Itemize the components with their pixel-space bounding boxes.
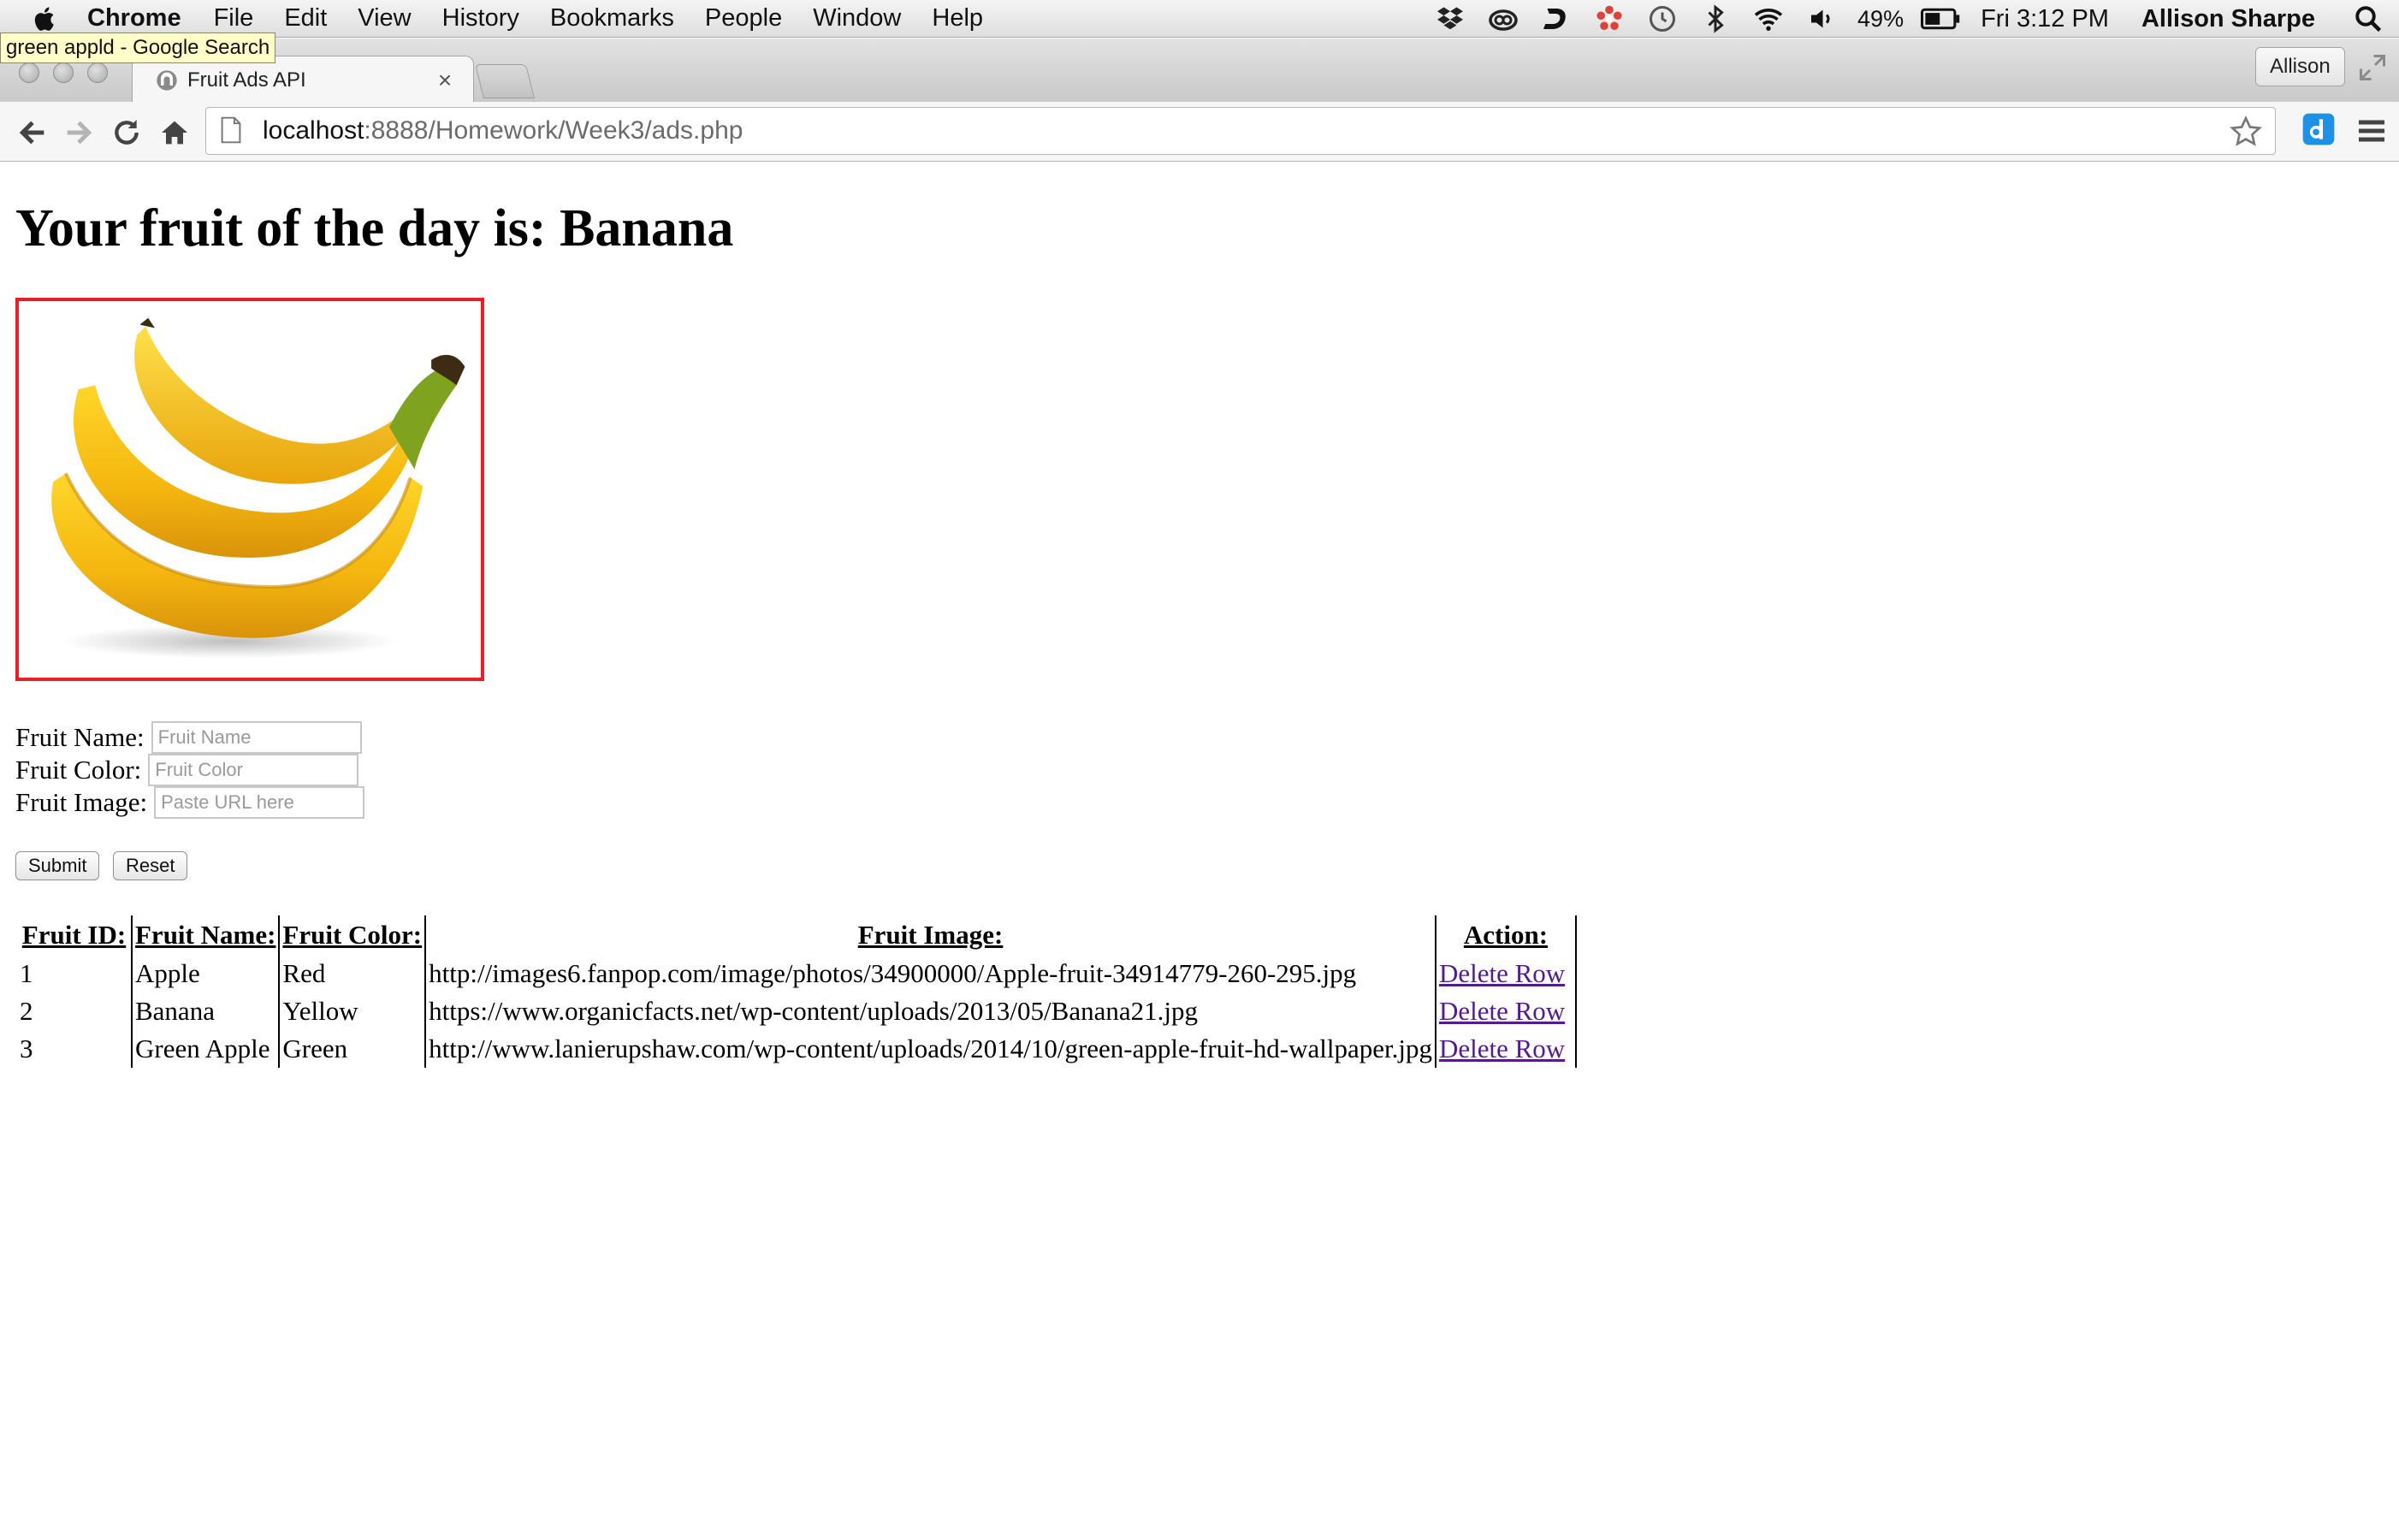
close-tab-icon[interactable]: × (432, 67, 458, 93)
battery-icon[interactable] (1919, 2, 1962, 36)
home-icon[interactable] (156, 114, 193, 151)
cell-color: Green (279, 1030, 427, 1068)
header-action: Action: (1435, 915, 1577, 955)
menu-file[interactable]: File (214, 4, 254, 33)
bookmark-star-icon[interactable] (2229, 115, 2263, 149)
profile-button[interactable]: Allison (2255, 47, 2345, 86)
spotlight-icon[interactable] (2351, 2, 2385, 36)
status-menu-area: 49% Fri 3:12 PM Allison Sharpe (1433, 0, 2399, 38)
header-fruit-id: Fruit ID: (17, 915, 133, 955)
url-path: :8888/Homework/Week3/ads.php (364, 116, 743, 145)
delete-row-link[interactable]: Delete Row (1439, 1034, 1565, 1063)
fruit-image-row: Fruit Image: (15, 785, 365, 820)
fruit-name-row: Fruit Name: (15, 720, 362, 755)
cell-name: Banana (132, 992, 281, 1030)
cell-name: Green Apple (132, 1030, 281, 1068)
minimize-window-icon[interactable] (53, 62, 74, 83)
cell-action: Delete Row (1435, 955, 1577, 992)
battery-percent[interactable]: 49% (1857, 6, 1904, 33)
fruit-name-label: Fruit Name: (15, 722, 145, 752)
dropbox-icon[interactable] (1433, 2, 1467, 36)
table-row: 1 Apple Red http://images6.fanpop.com/im… (17, 955, 1577, 992)
table-row: 3 Green Apple Green http://www.lanierups… (17, 1030, 1577, 1068)
volume-icon[interactable] (1804, 2, 1839, 36)
delete-row-link[interactable]: Delete Row (1439, 958, 1565, 988)
zoom-window-icon[interactable] (87, 62, 108, 83)
cell-color: Red (279, 955, 427, 992)
menu-chrome[interactable]: Chrome (87, 4, 181, 33)
header-fruit-name: Fruit Name: (132, 915, 281, 955)
menu-view[interactable]: View (358, 4, 411, 33)
cell-image-url: https://www.organicfacts.net/wp-content/… (425, 992, 1436, 1030)
menu-history[interactable]: History (442, 4, 519, 33)
fruit-image-label: Fruit Image: (15, 787, 148, 817)
page-favicon-icon (155, 68, 179, 92)
menu-people[interactable]: People (705, 4, 782, 33)
page-content: Your fruit of the day is: Banana Fruit N… (0, 163, 2399, 1540)
banana-image (51, 317, 465, 659)
new-tab-button[interactable] (475, 64, 535, 98)
menu-help[interactable]: Help (932, 4, 983, 33)
cell-name: Apple (132, 955, 281, 992)
clock[interactable]: Fri 3:12 PM (1981, 5, 2109, 33)
fruit-color-row: Fruit Color: (15, 753, 359, 787)
macos-menu-bar: Chrome File Edit View History Bookmarks … (0, 0, 2399, 38)
creative-cloud-icon[interactable] (1486, 2, 1520, 36)
browser-toolbar: localhost:8888/Homework/Week3/ads.php (0, 102, 2399, 162)
back-icon[interactable] (14, 114, 51, 151)
cell-image-url: http://images6.fanpop.com/image/photos/3… (425, 955, 1436, 992)
delete-row-link[interactable]: Delete Row (1439, 996, 1565, 1026)
d-logo-icon[interactable] (1539, 2, 1573, 36)
fruit-color-input[interactable] (148, 754, 359, 786)
menu-edit[interactable]: Edit (284, 4, 327, 33)
address-bar[interactable]: localhost:8888/Homework/Week3/ads.php (205, 107, 2276, 155)
page-icon (220, 116, 246, 145)
page-heading: Your fruit of the day is: Banana (15, 199, 734, 258)
extension-d-icon[interactable] (2301, 112, 2336, 146)
fruit-table: Fruit ID: Fruit Name: Fruit Color: Fruit… (17, 915, 1577, 1068)
header-fruit-image: Fruit Image: (425, 915, 1436, 955)
header-fruit-color: Fruit Color: (279, 915, 427, 955)
reload-icon[interactable] (108, 114, 145, 151)
cell-id: 1 (17, 955, 133, 992)
user-name[interactable]: Allison Sharpe (2141, 5, 2315, 33)
cell-image-url: http://www.lanierupshaw.com/wp-content/u… (425, 1030, 1436, 1068)
cell-action: Delete Row (1435, 992, 1577, 1030)
tab-tooltip: green appld - Google Search (0, 33, 276, 63)
fruit-image (15, 298, 484, 681)
menu-window[interactable]: Window (813, 4, 901, 33)
apple-icon[interactable] (31, 2, 65, 36)
cell-action: Delete Row (1435, 1030, 1577, 1068)
fruit-color-label: Fruit Color: (15, 755, 142, 785)
fruit-name-input[interactable] (151, 721, 362, 754)
bluetooth-icon[interactable] (1698, 2, 1733, 36)
menu-bookmarks[interactable]: Bookmarks (550, 4, 674, 33)
cell-id: 2 (17, 992, 133, 1030)
close-window-icon[interactable] (19, 62, 39, 83)
url-host: localhost (263, 116, 364, 145)
wifi-icon[interactable] (1751, 2, 1786, 36)
reset-button[interactable]: Reset (113, 851, 188, 880)
table-header-row: Fruit ID: Fruit Name: Fruit Color: Fruit… (17, 915, 1577, 955)
submit-button[interactable]: Submit (15, 851, 100, 880)
hamburger-menu-icon[interactable] (2355, 114, 2389, 148)
fullscreen-icon[interactable] (2357, 52, 2388, 83)
time-machine-icon[interactable] (1645, 2, 1679, 36)
fruit-image-input[interactable] (154, 786, 365, 819)
cell-color: Yellow (279, 992, 427, 1030)
table-row: 2 Banana Yellow https://www.organicfacts… (17, 992, 1577, 1030)
tab-strip: Fruit Ads API × Allison (0, 38, 2399, 104)
cell-id: 3 (17, 1030, 133, 1068)
tab-title: Fruit Ads API (187, 68, 306, 92)
forward-icon[interactable] (60, 114, 98, 151)
flower-icon[interactable] (1592, 2, 1626, 36)
